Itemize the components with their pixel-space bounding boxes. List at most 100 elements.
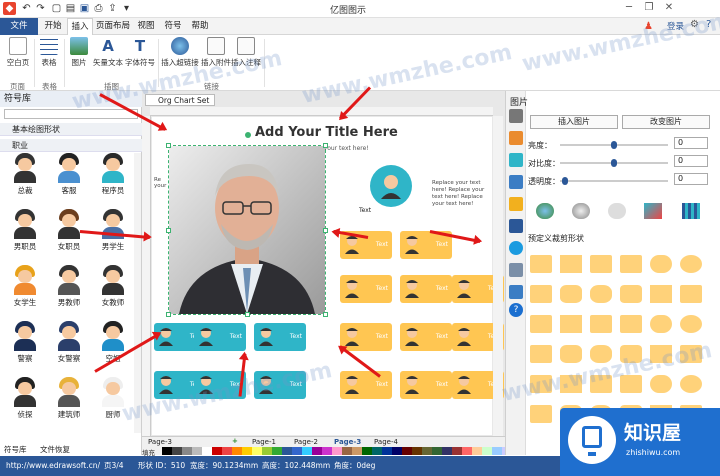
brightness-input[interactable]: 0 <box>674 137 708 149</box>
color-swatch[interactable] <box>302 447 312 455</box>
symbol-person[interactable]: 警察 <box>4 321 46 364</box>
symbol-person[interactable]: 男职员 <box>4 209 46 252</box>
symbol-person[interactable]: 客服 <box>48 153 90 196</box>
org-node-label[interactable]: Text <box>376 333 388 340</box>
contrast-slider[interactable] <box>560 159 668 167</box>
help-panel-icon[interactable]: ? <box>509 303 523 317</box>
color-swatch[interactable] <box>352 447 362 455</box>
color-swatch[interactable] <box>442 447 452 455</box>
image-button[interactable]: 图片 <box>68 37 90 68</box>
new-icon[interactable]: ▢ <box>50 2 63 15</box>
tab-file[interactable]: 文件 <box>0 18 38 35</box>
color-swatch[interactable] <box>312 447 322 455</box>
color-swatch[interactable] <box>192 447 202 455</box>
navigation-icon[interactable] <box>509 241 523 255</box>
crop-shape-option[interactable] <box>530 405 552 423</box>
org-node-label[interactable]: Text <box>290 333 302 340</box>
export-icon[interactable]: ⇪ <box>106 2 119 15</box>
blank-page-button[interactable]: 空白页 <box>4 37 32 68</box>
redo-icon[interactable]: ↷ <box>34 2 47 15</box>
format-icon[interactable] <box>509 109 523 123</box>
crop-shape-option[interactable] <box>560 285 582 303</box>
color-swatch[interactable] <box>362 447 372 455</box>
color-swatch[interactable] <box>242 447 252 455</box>
color-swatch[interactable] <box>292 447 302 455</box>
color-palette-bar[interactable] <box>162 447 538 455</box>
resize-handle[interactable] <box>323 312 328 317</box>
status-url[interactable]: http://www.edrawsoft.cn/ <box>6 456 100 476</box>
crop-shape-option[interactable] <box>560 255 582 273</box>
transparency-input[interactable]: 0 <box>674 173 708 185</box>
transparency-slider[interactable] <box>560 177 668 185</box>
comment-panel-icon[interactable] <box>509 285 523 299</box>
org-node[interactable]: Text <box>400 371 452 399</box>
color-swatch[interactable] <box>182 447 192 455</box>
crop-shape-option[interactable] <box>530 285 552 303</box>
effect-color-icon[interactable] <box>536 203 554 219</box>
color-swatch[interactable] <box>232 447 242 455</box>
dropdown-icon[interactable]: ▾ <box>120 2 133 15</box>
minimize-button[interactable]: ─ <box>622 1 636 15</box>
crop-shape-option[interactable] <box>590 285 612 303</box>
resize-handle[interactable] <box>245 312 250 317</box>
color-swatch[interactable] <box>222 447 232 455</box>
crop-shape-option[interactable] <box>620 285 642 303</box>
page-tab-active[interactable]: Page-3 <box>334 438 361 446</box>
crop-shape-option[interactable] <box>650 315 672 333</box>
page-icon[interactable] <box>509 263 523 277</box>
crop-shape-option[interactable] <box>590 315 612 333</box>
rotate-handle[interactable] <box>245 132 251 138</box>
print-icon[interactable]: ⎙ <box>92 2 105 15</box>
insert-image-button[interactable]: 插入图片 <box>530 115 618 129</box>
color-swatch[interactable] <box>272 447 282 455</box>
section-basic-shapes[interactable]: 基本绘图形状 <box>0 123 142 136</box>
effect-washout-icon[interactable] <box>608 203 626 219</box>
symbol-person[interactable]: 总裁 <box>4 153 46 196</box>
section-occupation[interactable]: 职业 <box>0 139 142 152</box>
color-swatch[interactable] <box>172 447 182 455</box>
crop-shape-option[interactable] <box>620 255 642 273</box>
page-tab[interactable]: Page-1 <box>252 438 276 446</box>
org-node-label[interactable]: Text <box>436 241 448 248</box>
color-swatch[interactable] <box>212 447 222 455</box>
color-swatch[interactable] <box>492 447 502 455</box>
color-swatch[interactable] <box>422 447 432 455</box>
library-search-input[interactable] <box>4 109 138 119</box>
vector-text-button[interactable]: A 矢量文本 <box>92 37 124 68</box>
contrast-slider-knob[interactable] <box>611 159 617 167</box>
crop-shape-option[interactable] <box>650 285 672 303</box>
image-panel-icon[interactable] <box>509 219 523 233</box>
symbol-person[interactable]: 男学生 <box>92 209 134 252</box>
crop-shape-option[interactable] <box>650 255 672 273</box>
tab-insert[interactable]: 插入 <box>67 18 93 35</box>
crop-shape-option[interactable] <box>530 345 552 363</box>
org-node-label[interactable]: Text <box>436 381 448 388</box>
color-swatch[interactable] <box>452 447 462 455</box>
tab-help[interactable]: 帮助 <box>187 18 213 35</box>
color-swatch[interactable] <box>342 447 352 455</box>
close-button[interactable]: ✕ <box>662 1 676 15</box>
table-button[interactable]: 表格 <box>38 37 60 68</box>
page-tab[interactable]: Page-2 <box>294 438 318 446</box>
color-swatch[interactable] <box>252 447 262 455</box>
shadow-icon[interactable] <box>509 175 523 189</box>
org-node[interactable]: Text <box>400 323 452 351</box>
effect-crop-icon[interactable] <box>682 203 700 219</box>
tab-view[interactable]: 视图 <box>133 18 159 35</box>
effect-flip-icon[interactable] <box>644 203 662 219</box>
symbol-person[interactable]: 男教师 <box>48 265 90 308</box>
crop-shape-option[interactable] <box>680 375 702 393</box>
symbol-person[interactable]: 女教师 <box>92 265 134 308</box>
color-swatch[interactable] <box>372 447 382 455</box>
org-node[interactable]: Text <box>340 323 392 351</box>
crop-shape-option[interactable] <box>680 315 702 333</box>
tab-symbol-library[interactable]: 符号库 <box>4 444 27 456</box>
crop-shape-option[interactable] <box>650 375 672 393</box>
org-node-label[interactable]: Text <box>436 285 448 292</box>
symbol-person[interactable]: 侦探 <box>4 377 46 420</box>
crop-shape-option[interactable] <box>560 345 582 363</box>
org-node[interactable]: Text <box>400 275 452 303</box>
effect-grayscale-icon[interactable] <box>572 203 590 219</box>
transparency-slider-knob[interactable] <box>562 177 569 185</box>
symbol-person[interactable]: 女警察 <box>48 321 90 364</box>
